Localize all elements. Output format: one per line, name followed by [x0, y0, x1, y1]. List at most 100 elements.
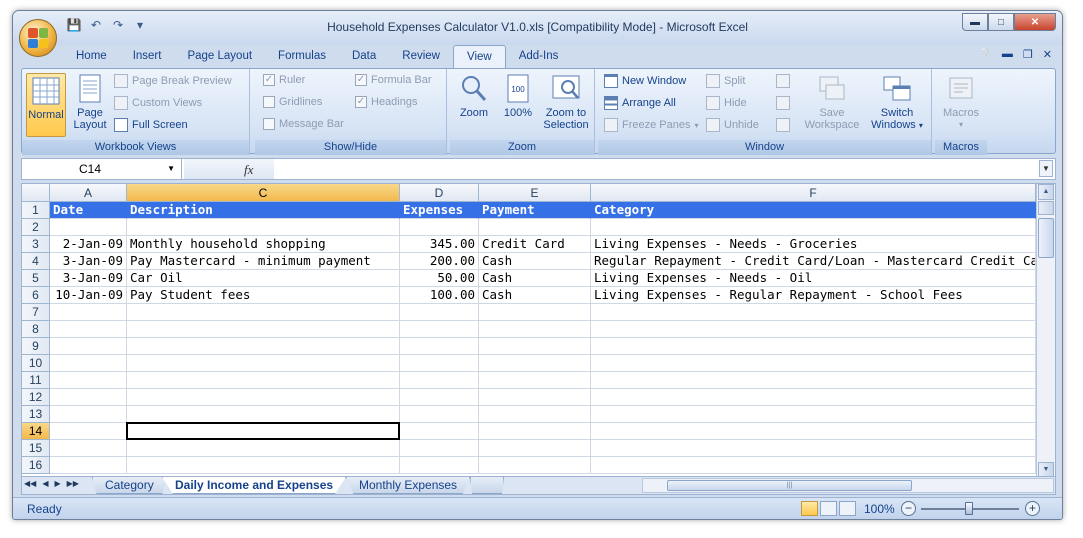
message-bar-checkbox[interactable]: Message Bar [263, 118, 344, 130]
cell-e7[interactable] [479, 304, 591, 321]
cell-d9[interactable] [400, 338, 479, 355]
save-workspace-button[interactable]: Save Workspace [802, 73, 862, 131]
row-header[interactable]: 4 [22, 253, 50, 270]
sheet-tab-monthly-expenses[interactable]: Monthly Expenses [346, 477, 471, 494]
first-sheet-icon[interactable]: ◀◀ [24, 479, 36, 488]
cell-d13[interactable] [400, 406, 479, 423]
switch-windows-button[interactable]: Switch Windows ▾ [866, 73, 928, 132]
view-side-by-side-button[interactable] [776, 74, 790, 88]
cell-f9[interactable] [591, 338, 1036, 355]
cell-c4[interactable]: Pay Mastercard - minimum payment [127, 253, 400, 270]
workbook-minimize-icon[interactable]: ▬ [1002, 48, 1013, 61]
help-icon[interactable]: ❔ [978, 48, 992, 61]
cell-c3[interactable]: Monthly household shopping [127, 236, 400, 253]
workbook-close-icon[interactable]: ✕ [1043, 48, 1052, 61]
insert-function-icon[interactable]: fx [244, 162, 253, 178]
horizontal-scroll-thumb[interactable]: ||| [667, 480, 912, 491]
cell-e4[interactable]: Cash [479, 253, 591, 270]
row-header[interactable]: 5 [22, 270, 50, 287]
cell-e10[interactable] [479, 355, 591, 372]
cell-c7[interactable] [127, 304, 400, 321]
cell-e9[interactable] [479, 338, 591, 355]
zoom-button[interactable]: Zoom [454, 73, 494, 119]
row-header[interactable]: 1 [22, 202, 50, 219]
cell-c13[interactable] [127, 406, 400, 423]
cell-d2[interactable] [400, 219, 479, 236]
cell-f10[interactable] [591, 355, 1036, 372]
row-header[interactable]: 2 [22, 219, 50, 236]
tab-home[interactable]: Home [63, 45, 120, 68]
zoom-100-button[interactable]: 100 100% [498, 73, 538, 119]
cell-f5[interactable]: Living Expenses - Needs - Oil [591, 270, 1036, 287]
cell-e11[interactable] [479, 372, 591, 389]
cell-a8[interactable] [50, 321, 127, 338]
cell-a4[interactable]: 3-Jan-09 [50, 253, 127, 270]
cell-f2[interactable] [591, 219, 1036, 236]
unhide-button[interactable]: Unhide [706, 118, 759, 132]
cell-e5[interactable]: Cash [479, 270, 591, 287]
cell-d5[interactable]: 50.00 [400, 270, 479, 287]
cell-d6[interactable]: 100.00 [400, 287, 479, 304]
cell-e15[interactable] [479, 440, 591, 457]
maximize-button[interactable]: □ [988, 13, 1014, 31]
ruler-checkbox[interactable]: ✓ Ruler [263, 74, 305, 86]
formula-input[interactable] [278, 159, 1035, 179]
cell-f13[interactable] [591, 406, 1036, 423]
cell-c5[interactable]: Car Oil [127, 270, 400, 287]
close-button[interactable]: ✕ [1014, 13, 1056, 31]
cell-c10[interactable] [127, 355, 400, 372]
cell-f12[interactable] [591, 389, 1036, 406]
cell-a9[interactable] [50, 338, 127, 355]
zoom-out-icon[interactable]: − [901, 501, 916, 516]
row-header[interactable]: 14 [22, 423, 50, 440]
custom-views-button[interactable]: Custom Views [114, 96, 202, 110]
status-normal-view-icon[interactable] [801, 501, 818, 516]
zoom-in-icon[interactable]: + [1025, 501, 1040, 516]
gridlines-checkbox[interactable]: Gridlines [263, 96, 322, 108]
status-page-layout-icon[interactable] [820, 501, 837, 516]
cell-c11[interactable] [127, 372, 400, 389]
cell-c2[interactable] [127, 219, 400, 236]
cell-a6[interactable]: 10-Jan-09 [50, 287, 127, 304]
cell-d1[interactable]: Expenses [400, 202, 479, 219]
cell-f15[interactable] [591, 440, 1036, 457]
zoom-to-selection-button[interactable]: Zoom to Selection [540, 73, 592, 131]
cell-a13[interactable] [50, 406, 127, 423]
cell-c1[interactable]: Description [127, 202, 400, 219]
cell-e14[interactable] [479, 423, 591, 440]
cell-d10[interactable] [400, 355, 479, 372]
expand-formula-bar-icon[interactable]: ▼ [1039, 160, 1053, 177]
normal-view-button[interactable]: Normal [26, 73, 66, 137]
hide-button[interactable]: Hide [706, 96, 747, 110]
office-button[interactable] [19, 19, 57, 57]
cell-c6[interactable]: Pay Student fees [127, 287, 400, 304]
cell-e2[interactable] [479, 219, 591, 236]
cell-d15[interactable] [400, 440, 479, 457]
cell-a11[interactable] [50, 372, 127, 389]
cell-a15[interactable] [50, 440, 127, 457]
cell-e13[interactable] [479, 406, 591, 423]
zoom-slider[interactable]: − + [901, 501, 1041, 517]
cell-f4[interactable]: Regular Repayment - Credit Card/Loan - M… [591, 253, 1036, 270]
cell-c14[interactable] [127, 423, 400, 440]
vertical-scrollbar[interactable]: ▲ ▼ [1036, 184, 1055, 476]
column-header-f[interactable]: F [591, 184, 1036, 202]
cell-d4[interactable]: 200.00 [400, 253, 479, 270]
cell-c12[interactable] [127, 389, 400, 406]
reset-window-position-button[interactable] [776, 118, 790, 132]
cell-e1[interactable]: Payment [479, 202, 591, 219]
sheet-tab-daily-income-and-expenses[interactable]: Daily Income and Expenses [162, 477, 347, 494]
cell-d16[interactable] [400, 457, 479, 474]
cell-e16[interactable] [479, 457, 591, 474]
cell-a10[interactable] [50, 355, 127, 372]
next-sheet-icon[interactable]: ▶ [54, 479, 60, 488]
cell-e6[interactable]: Cash [479, 287, 591, 304]
tab-review[interactable]: Review [389, 45, 453, 68]
select-all-corner[interactable] [22, 184, 50, 202]
split-box-icon[interactable] [1038, 201, 1054, 215]
cell-c9[interactable] [127, 338, 400, 355]
cell-f14[interactable] [591, 423, 1036, 440]
cell-f11[interactable] [591, 372, 1036, 389]
status-page-break-icon[interactable] [839, 501, 856, 516]
cell-e3[interactable]: Credit Card [479, 236, 591, 253]
